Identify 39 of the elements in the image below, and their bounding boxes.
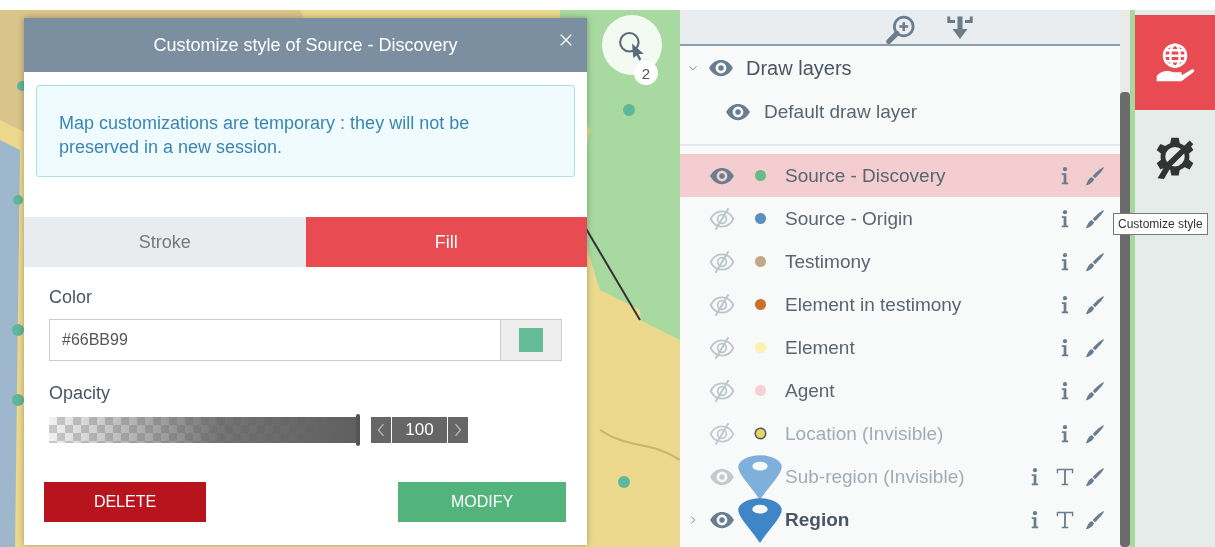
brush-icon[interactable]: [1084, 379, 1106, 402]
brush-icon[interactable]: [1084, 508, 1106, 531]
opacity-slider[interactable]: [49, 417, 359, 443]
layer-name[interactable]: Element in testimony: [785, 293, 1054, 316]
style-tab[interactable]: Fill: [305, 217, 587, 267]
field-label: Color: [49, 287, 93, 309]
brush-icon[interactable]: [1084, 336, 1106, 359]
info-notice: Map customizations are temporary : they will not be preserved in a new session.: [36, 85, 575, 177]
style-tab[interactable]: Stroke: [24, 217, 306, 267]
layer-name[interactable]: Element: [785, 336, 1054, 359]
layer-name[interactable]: Agent: [785, 379, 1054, 402]
layer-row[interactable]: Region: [680, 498, 1120, 541]
layer-row[interactable]: Agent: [680, 369, 1120, 412]
brush-icon[interactable]: [1084, 164, 1106, 187]
layer-name[interactable]: Testimony: [785, 250, 1054, 273]
tooltip: Customize style: [1113, 213, 1208, 235]
layer-row[interactable]: Element: [680, 326, 1120, 369]
brush-icon[interactable]: [1084, 250, 1106, 273]
delete-button[interactable]: DELETE: [44, 482, 206, 522]
layer-name[interactable]: Source - Discovery: [785, 164, 1054, 187]
layer-row[interactable]: Source - Discovery: [680, 154, 1120, 197]
color-swatch-icon: [519, 328, 543, 352]
layer-name[interactable]: Source - Origin: [785, 207, 1054, 230]
color-picker-button[interactable]: [500, 320, 561, 360]
zoom-in-icon[interactable]: [885, 14, 915, 44]
field-label: Opacity: [49, 383, 112, 405]
group-name[interactable]: Draw layers: [746, 56, 852, 80]
color-field[interactable]: #66BB99: [49, 319, 562, 361]
opacity-value: 100: [392, 417, 447, 443]
slider-handle[interactable]: [356, 414, 360, 446]
brush-icon[interactable]: [1084, 207, 1106, 230]
layer-name[interactable]: Region: [785, 508, 1024, 531]
brush-icon[interactable]: [1084, 293, 1106, 316]
increase-button[interactable]: [448, 417, 468, 443]
layer-row[interactable]: Testimony: [680, 240, 1120, 283]
layer-row[interactable]: Element in testimony: [680, 283, 1120, 326]
dialog-title: Customize style of Source - Discovery: [153, 34, 458, 56]
layer-name[interactable]: Default draw layer: [764, 101, 918, 123]
decrease-button[interactable]: [371, 417, 391, 443]
